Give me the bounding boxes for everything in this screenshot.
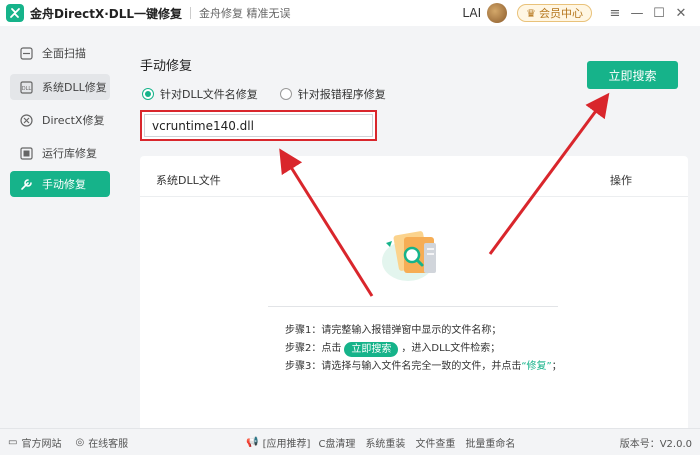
search-highlight-box xyxy=(140,110,377,141)
page-title: 手动修复 xyxy=(140,59,193,74)
radio-checked-icon[interactable] xyxy=(142,88,154,100)
radio-option-dll-name[interactable]: 针对DLL文件名修复 xyxy=(142,86,258,102)
svg-text:DLL: DLL xyxy=(22,86,32,92)
sidebar-item-full-scan[interactable]: 全面扫描 xyxy=(10,40,110,66)
dll-results-table: 系统DLL文件 操作 步骤1：请完整输入报错弹窗中显示的文件名称； 步骤2：点击… xyxy=(140,156,688,438)
sidebar: 全面扫描 DLL 系统DLL修复 DirectX修复 运行库修复 手动修复 xyxy=(0,26,122,428)
title-bar: 金舟DirectX·DLL一键修复 金舟修复 精准无误 LAI ♛ 会员中心 ≡… xyxy=(0,0,700,26)
footer-link-c-drive-clean[interactable]: C盘清理 xyxy=(318,435,355,450)
runtime-icon xyxy=(20,146,33,160)
radio-option-error-program[interactable]: 针对报错程序修复 xyxy=(279,86,386,102)
step-3-prefix: 步骤3：请选择与输入文件名完全一致的文件，并点击 xyxy=(285,361,522,372)
wrench-icon xyxy=(20,178,33,191)
empty-search-illustration-icon xyxy=(378,221,450,283)
footer-link-file-duplicate[interactable]: 文件查重 xyxy=(415,435,455,450)
step-3-repair-link: “修复” xyxy=(521,361,552,372)
empty-divider xyxy=(268,306,558,307)
main-panel: 手动修复 针对DLL文件名修复 针对报错程序修复 立即搜索 系统DLL文件 操作 xyxy=(126,26,700,438)
footer-link-batch-rename[interactable]: 批量重命名 xyxy=(465,435,515,450)
step-2-prefix: 步骤2：点击 xyxy=(285,343,342,354)
title-divider xyxy=(190,7,192,19)
sidebar-item-manual-repair[interactable]: 手动修复 xyxy=(10,171,110,197)
version-label: 版本号：V2.0.0 xyxy=(619,438,692,450)
minimize-icon[interactable]: — xyxy=(626,6,648,21)
dll-search-input[interactable] xyxy=(144,114,373,137)
directx-icon xyxy=(20,113,33,127)
avatar[interactable] xyxy=(487,3,508,23)
recommend-text: [应用推荐] xyxy=(262,438,311,450)
member-center-label: 会员中心 xyxy=(539,7,583,20)
official-website-link[interactable]: ▭ 官方网站 xyxy=(8,435,61,450)
sidebar-item-label: 系统DLL修复 xyxy=(42,81,107,94)
step-1: 步骤1：请完整输入报错弹窗中显示的文件名称； xyxy=(285,325,502,336)
user-name[interactable]: LAI xyxy=(462,6,481,20)
radio-label: 针对DLL文件名修复 xyxy=(160,88,258,101)
radio-label: 针对报错程序修复 xyxy=(297,88,386,101)
header-divider xyxy=(140,196,688,197)
official-website-label: 官方网站 xyxy=(21,438,62,450)
online-service-label: 在线客服 xyxy=(88,438,129,450)
radio-unchecked-icon[interactable] xyxy=(279,88,292,100)
maximize-icon[interactable]: ☐ xyxy=(648,6,670,21)
online-service-link[interactable]: ◎ 在线客服 xyxy=(75,435,128,450)
menu-icon[interactable]: ≡ xyxy=(604,6,626,21)
column-header-action: 操作 xyxy=(610,174,632,187)
sidebar-item-label: 全面扫描 xyxy=(42,47,86,60)
megaphone-icon: 📢 xyxy=(246,436,259,448)
step-2: 步骤2：点击 立即搜索 ，进入DLL文件检索； xyxy=(285,340,562,358)
step-search-badge: 立即搜索 xyxy=(344,341,399,357)
app-title: 金舟DirectX·DLL一键修复 xyxy=(30,6,183,21)
headset-icon: ◎ xyxy=(75,436,85,448)
sidebar-item-directx[interactable]: DirectX修复 xyxy=(10,107,110,133)
sidebar-item-label: DirectX修复 xyxy=(42,114,105,127)
recommend-label: 📢 [应用推荐] xyxy=(246,435,310,450)
column-header-file: 系统DLL文件 xyxy=(156,174,221,187)
footer-link-system-reinstall[interactable]: 系统重装 xyxy=(365,435,405,450)
step-2-suffix: ，进入DLL文件检索； xyxy=(401,343,501,354)
app-logo-icon xyxy=(6,4,24,22)
monitor-icon: ▭ xyxy=(8,436,18,448)
dll-icon: DLL xyxy=(20,80,33,94)
search-now-button[interactable]: 立即搜索 xyxy=(587,61,678,89)
footer-bar: ▭ 官方网站 ◎ 在线客服 📢 [应用推荐] C盘清理 系统重装 文件查重 批量… xyxy=(0,428,700,455)
sidebar-item-runtime[interactable]: 运行库修复 xyxy=(10,140,110,166)
app-slogan: 金舟修复 精准无误 xyxy=(199,7,291,20)
sidebar-item-label: 运行库修复 xyxy=(42,147,97,160)
sidebar-item-system-dll[interactable]: DLL 系统DLL修复 xyxy=(10,74,110,100)
member-center-button[interactable]: ♛ 会员中心 xyxy=(517,4,592,22)
crown-icon: ♛ xyxy=(526,6,536,20)
instruction-steps: 步骤1：请完整输入报错弹窗中显示的文件名称； 步骤2：点击 立即搜索 ，进入DL… xyxy=(285,322,562,376)
step-3: 步骤3：请选择与输入文件名完全一致的文件，并点击 “修复” ； xyxy=(285,358,562,376)
scan-icon xyxy=(20,46,33,60)
close-icon[interactable]: ✕ xyxy=(670,6,692,21)
repair-mode-group: 针对DLL文件名修复 针对报错程序修复 xyxy=(142,86,408,102)
sidebar-item-label: 手动修复 xyxy=(42,178,86,191)
step-3-suffix: ； xyxy=(551,361,562,372)
